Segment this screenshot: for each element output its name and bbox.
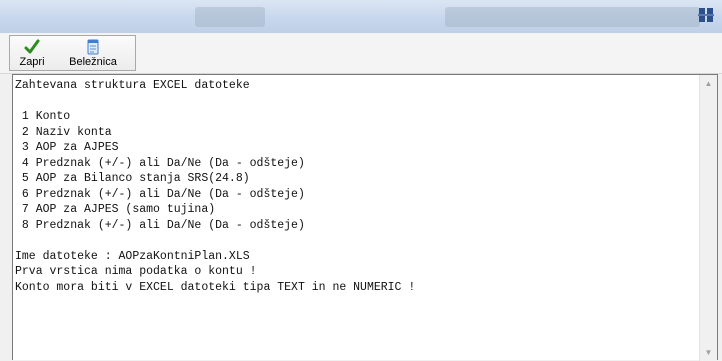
- blurred-title-region: [445, 7, 700, 27]
- notepad-button-label: Beležnica: [69, 56, 117, 68]
- editor-text-area[interactable]: Zahtevana struktura EXCEL datoteke 1 Kon…: [15, 78, 703, 360]
- notepad-icon: [87, 39, 99, 55]
- close-button-label: Zapri: [19, 56, 45, 68]
- scroll-down-arrow-icon[interactable]: ▼: [700, 344, 717, 361]
- toolbar-button-group: Zapri Beležnica: [9, 35, 136, 71]
- text-editor: Zahtevana struktura EXCEL datoteke 1 Kon…: [12, 74, 718, 361]
- blurred-title-region: [195, 7, 265, 27]
- toolbar: Zapri Beležnica: [0, 33, 722, 74]
- app-grid-icon: [698, 8, 714, 22]
- title-bar: [0, 0, 722, 33]
- notepad-button[interactable]: Beležnica: [58, 36, 128, 70]
- scroll-up-arrow-icon[interactable]: ▲: [700, 75, 717, 92]
- close-button[interactable]: Zapri: [12, 36, 52, 70]
- vertical-scrollbar[interactable]: ▲ ▼: [699, 75, 717, 361]
- checkmark-icon: [24, 39, 40, 54]
